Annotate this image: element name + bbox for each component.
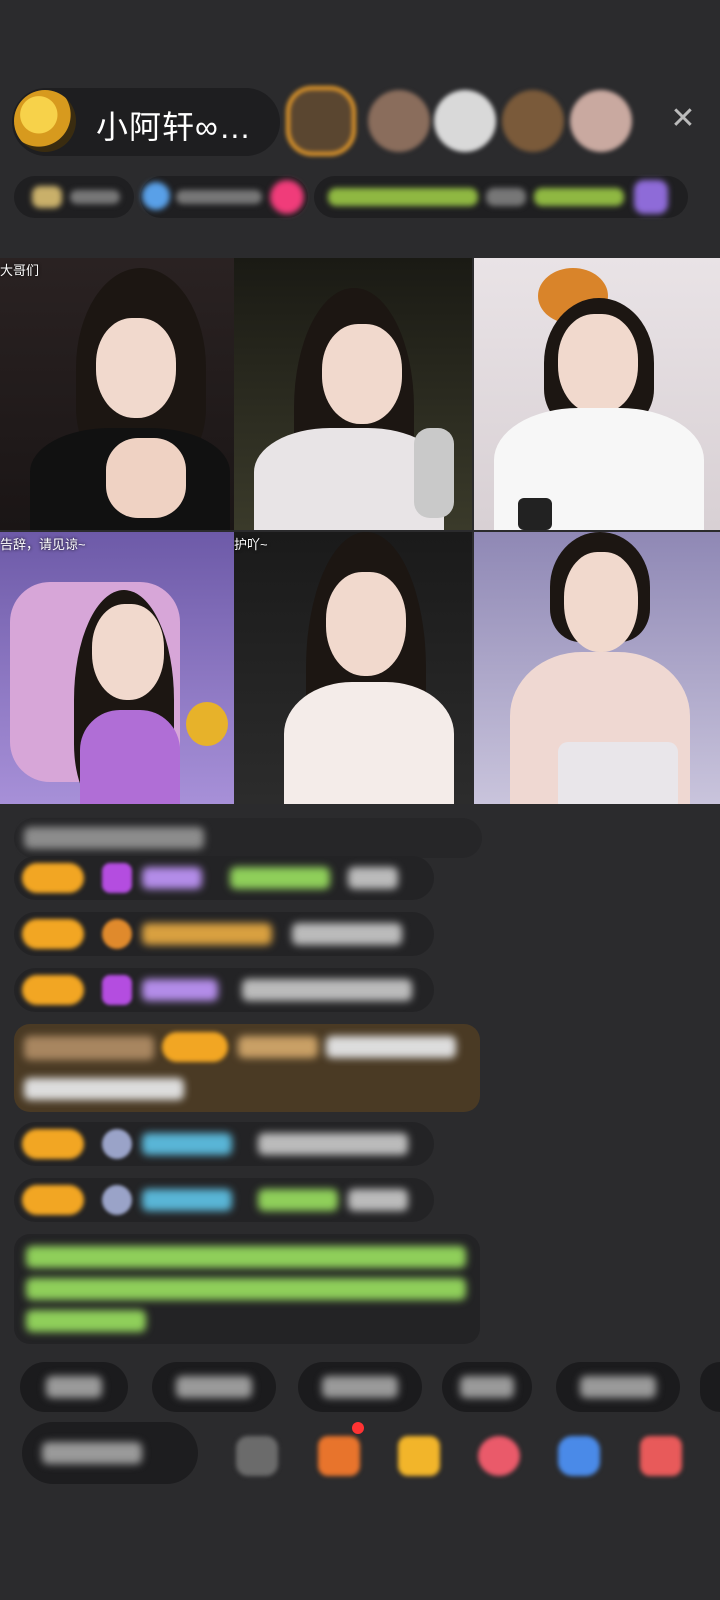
- tile-caption: 大哥们: [0, 263, 40, 278]
- gift-bag-icon[interactable]: [318, 1436, 360, 1476]
- video-tile-2[interactable]: [234, 258, 472, 530]
- video-tile-5[interactable]: 护吖~: [234, 532, 472, 804]
- video-tile-1[interactable]: 大哥们: [0, 258, 238, 530]
- chat-message[interactable]: [14, 818, 482, 858]
- video-tile-4[interactable]: 告辞，请见谅~: [0, 532, 238, 804]
- microphone-icon: [518, 498, 552, 530]
- top-viewer-avatar-5[interactable]: [570, 90, 632, 152]
- top-viewer-avatar-4[interactable]: [502, 90, 564, 152]
- video-tile-3[interactable]: [474, 258, 720, 530]
- quick-reply-chip[interactable]: [298, 1362, 422, 1412]
- host-avatar[interactable]: [14, 90, 76, 152]
- chat-input[interactable]: [22, 1422, 198, 1484]
- gift-icon[interactable]: [640, 1436, 682, 1476]
- notification-dot: [352, 1422, 364, 1434]
- lucky-bag-icon[interactable]: [398, 1436, 440, 1476]
- system-notice: [14, 1234, 480, 1344]
- quick-reply-chip[interactable]: [700, 1362, 720, 1412]
- game-icon[interactable]: [558, 1436, 600, 1476]
- host-name[interactable]: 小阿轩∞…: [96, 102, 252, 148]
- activity-banner[interactable]: [314, 176, 688, 218]
- chat-message[interactable]: [14, 856, 434, 900]
- quick-reply-chip[interactable]: [152, 1362, 276, 1412]
- top-viewer-avatar-3[interactable]: [434, 90, 496, 152]
- quick-reply-chip[interactable]: [556, 1362, 680, 1412]
- chat-message[interactable]: [14, 912, 434, 956]
- quick-reply-chip[interactable]: [442, 1362, 532, 1412]
- emoji-icon[interactable]: [236, 1436, 278, 1476]
- tile-caption: 护吖~: [234, 537, 268, 552]
- quick-reply-chip[interactable]: [20, 1362, 128, 1412]
- microphone-icon: [414, 428, 454, 518]
- tile-caption: 告辞，请见谅~: [0, 537, 86, 552]
- video-tile-6[interactable]: [474, 532, 720, 804]
- close-icon[interactable]: ✕: [668, 104, 698, 134]
- chat-message[interactable]: [14, 1122, 434, 1166]
- rank-pill[interactable]: [14, 176, 134, 218]
- fan-club-icon[interactable]: [478, 1436, 520, 1476]
- chat-message-highlight[interactable]: [14, 1024, 480, 1112]
- top-viewer-avatar-1[interactable]: [290, 90, 352, 152]
- microphone-icon: [186, 702, 228, 746]
- chat-message[interactable]: [14, 968, 434, 1012]
- heat-pill[interactable]: [140, 176, 308, 218]
- top-viewer-avatar-2[interactable]: [368, 90, 430, 152]
- chat-message[interactable]: [14, 1178, 434, 1222]
